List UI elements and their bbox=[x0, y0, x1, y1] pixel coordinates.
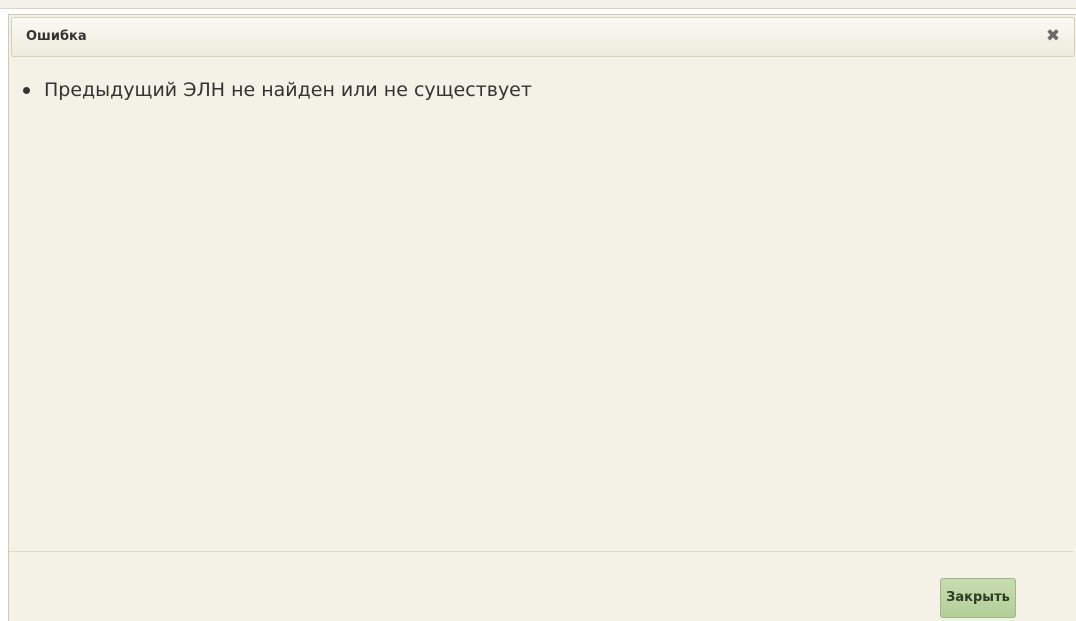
bullet-icon bbox=[23, 87, 30, 94]
error-message-item: Предыдущий ЭЛН не найден или не существу… bbox=[23, 75, 1073, 105]
dialog-titlebar: Ошибка ✖ bbox=[11, 17, 1075, 57]
footer-divider bbox=[9, 551, 1073, 552]
error-message-text: Предыдущий ЭЛН не найден или не существу… bbox=[44, 79, 532, 101]
error-message-list: Предыдущий ЭЛН не найден или не существу… bbox=[9, 75, 1073, 105]
error-dialog: Ошибка ✖ Предыдущий ЭЛН не найден или не… bbox=[8, 14, 1076, 621]
backdrop-top-strip bbox=[0, 0, 1076, 9]
close-button[interactable]: Закрыть bbox=[940, 578, 1016, 618]
close-icon[interactable]: ✖ bbox=[1044, 27, 1062, 45]
dialog-content: Предыдущий ЭЛН не найден или не существу… bbox=[9, 75, 1073, 105]
dialog-title: Ошибка bbox=[26, 29, 87, 44]
